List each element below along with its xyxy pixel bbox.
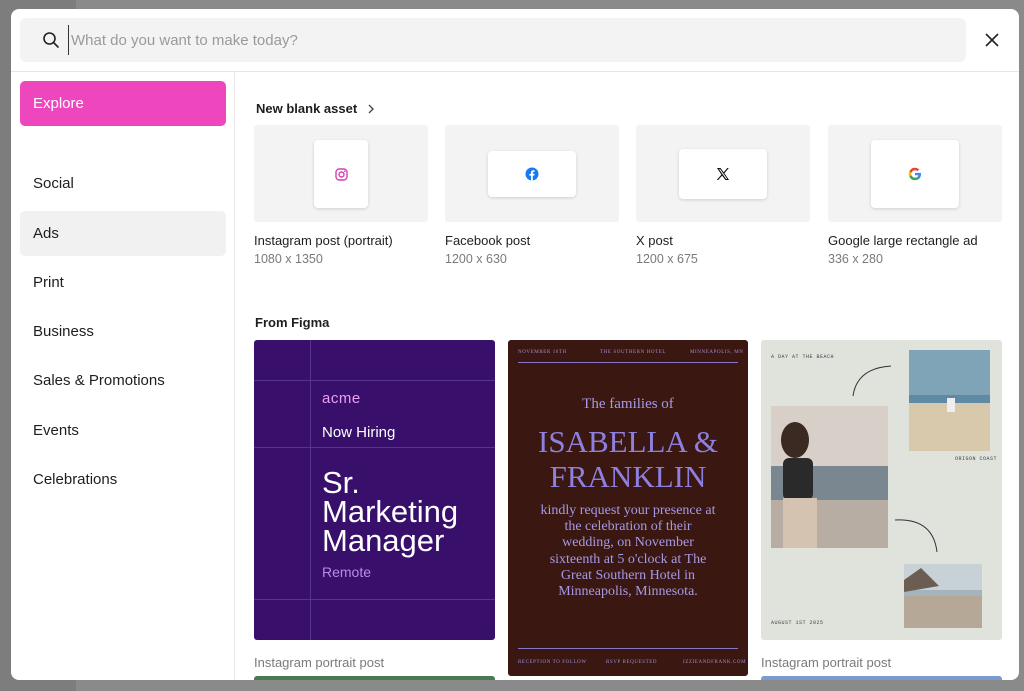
create-dialog: Explore Social Ads Print Business Sales … <box>11 9 1019 680</box>
sidebar-item-celebrations[interactable]: Celebrations <box>20 457 226 502</box>
new-blank-asset-title: New blank asset <box>256 101 358 116</box>
sidebar-item-business[interactable]: Business <box>20 309 226 354</box>
blank-title: X post <box>636 233 673 248</box>
divider <box>518 648 738 649</box>
grid-line <box>310 340 311 640</box>
invite-names: ISABELLA & FRANKLIN <box>538 424 718 494</box>
blank-size: 1200 x 675 <box>636 252 698 266</box>
grid-line <box>254 599 495 600</box>
search-icon <box>42 31 60 49</box>
sidebar-item-explore[interactable]: Explore <box>20 81 226 126</box>
collage-place: ORIGON COAST <box>955 456 998 462</box>
category-sidebar: Explore Social Ads Print Business Sales … <box>11 72 235 680</box>
template-hiring-post[interactable]: acme Now Hiring Sr. Marketing Manager Re… <box>254 340 495 640</box>
invite-reception-label: RECEPTION TO FOLLOW <box>518 660 587 665</box>
google-icon <box>908 167 921 181</box>
invite-rsvp-label: RSVP REQUESTED <box>606 660 658 665</box>
close-button[interactable] <box>981 29 1003 51</box>
blank-title: Facebook post <box>445 233 531 248</box>
blank-size: 336 x 280 <box>828 252 883 266</box>
instagram-icon <box>334 167 348 181</box>
divider <box>518 362 738 363</box>
collage-date: AUGUST 1ST 2025 <box>771 620 824 626</box>
sidebar-item-events[interactable]: Events <box>20 408 226 453</box>
search-bar <box>20 18 966 62</box>
template-wedding-invite[interactable]: NOVEMBER 16TH THE SOUTHERN HOTEL MINNEAP… <box>508 340 748 676</box>
invite-date-label: NOVEMBER 16TH <box>518 350 567 355</box>
sidebar-item-social[interactable]: Social <box>20 161 226 206</box>
search-input[interactable] <box>68 25 948 55</box>
blank-title: Google large rectangle ad <box>828 233 978 248</box>
template-thumbnail-partial[interactable] <box>254 676 495 680</box>
grid-line <box>254 380 495 381</box>
blank-google-ad[interactable] <box>828 125 1002 222</box>
invite-website-label: IZZIEANDFRANK.COM <box>683 660 747 665</box>
blank-facebook-post[interactable] <box>445 125 619 222</box>
blank-size: 1080 x 1350 <box>254 252 323 266</box>
grid-line <box>254 447 495 448</box>
blank-x-post[interactable] <box>636 125 810 222</box>
main-content: New blank asset Instagram post (portrait… <box>236 72 1019 680</box>
job-title: Sr. Marketing Manager <box>322 465 459 558</box>
invite-body: kindly request your presence at the cele… <box>540 503 716 600</box>
blank-instagram-post[interactable] <box>254 125 428 222</box>
template-beach-collage[interactable]: A DAY AT THE BEACH ORIGON COAST AUGUST 1… <box>761 340 1002 640</box>
invite-venue-label: THE SOUTHERN HOTEL <box>600 350 667 355</box>
facebook-icon <box>525 167 539 181</box>
new-blank-asset-link[interactable]: New blank asset <box>256 101 375 116</box>
from-figma-title: From Figma <box>255 315 330 330</box>
template-caption: Instagram portrait post <box>254 655 385 670</box>
acme-logo: acme <box>322 390 361 407</box>
hiring-heading: Now Hiring <box>322 424 396 441</box>
blank-size: 1200 x 630 <box>445 252 507 266</box>
blank-title: Instagram post (portrait) <box>254 233 393 248</box>
template-caption: Instagram portrait post <box>761 655 892 670</box>
close-icon <box>985 33 999 47</box>
template-thumbnail-partial[interactable] <box>761 676 1002 680</box>
sidebar-item-print[interactable]: Print <box>20 260 226 305</box>
sidebar-item-sales-promotions[interactable]: Sales & Promotions <box>20 358 226 403</box>
chevron-right-icon <box>368 104 375 113</box>
x-icon <box>716 168 729 180</box>
job-location: Remote <box>322 564 372 580</box>
collage-artwork <box>771 350 990 628</box>
invite-intro: The families of <box>582 396 674 412</box>
sidebar-item-ads[interactable]: Ads <box>20 211 226 256</box>
invite-city-label: MINNEAPOLIS, MN <box>690 350 744 355</box>
